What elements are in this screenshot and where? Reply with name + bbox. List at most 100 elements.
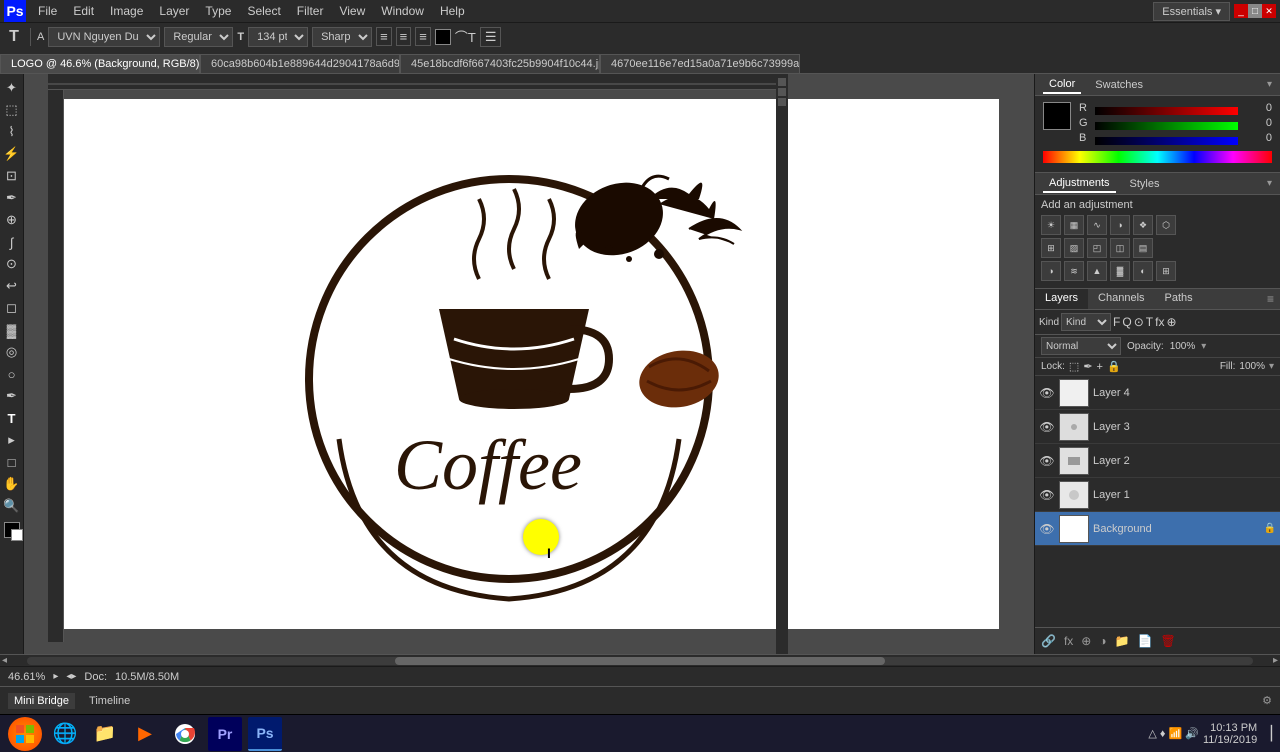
tray-icons[interactable]: △ ♦ 📶 🔊 — [1148, 727, 1199, 740]
lock-all-icon[interactable]: + — [1097, 361, 1103, 373]
minimize-btn[interactable]: _ — [1234, 4, 1248, 18]
show-desktop-btn[interactable]: ▕ — [1261, 725, 1272, 742]
align-left-icon[interactable]: ≡ — [376, 27, 392, 46]
layers-panel-menu[interactable]: ≡ — [1261, 289, 1280, 309]
invert-icon[interactable]: ◑ — [1041, 261, 1061, 281]
kind-select[interactable]: Kind — [1061, 313, 1111, 331]
filter-icon-q[interactable]: Q — [1122, 315, 1131, 329]
file-explorer-icon[interactable]: 📁 — [88, 717, 122, 751]
add-mask-icon[interactable]: ⊕ — [1079, 632, 1093, 650]
gradient-map-icon[interactable]: ▓ — [1110, 261, 1130, 281]
side-tool-1[interactable] — [778, 78, 786, 86]
channel-mixer-icon[interactable]: ◫ — [1110, 238, 1130, 258]
layer-item-background[interactable]: 👁 Background 🔒 — [1035, 512, 1280, 546]
blur-tool[interactable]: ◎ — [2, 342, 22, 362]
visibility-background[interactable]: 👁 — [1039, 522, 1055, 536]
lasso-tool[interactable]: ⌇ — [2, 122, 22, 142]
bw-icon[interactable]: ▨ — [1064, 238, 1084, 258]
pen-tool[interactable]: ✒ — [2, 386, 22, 406]
visibility-layer1[interactable]: 👁 — [1039, 488, 1055, 502]
opacity-arrow[interactable]: ▾ — [1201, 341, 1206, 352]
fill-arrow[interactable]: ▾ — [1269, 361, 1274, 372]
bottom-panel-settings[interactable]: ⚙ — [1262, 694, 1272, 707]
clone-tool[interactable]: ⊙ — [2, 254, 22, 274]
layers-tab-paths[interactable]: Paths — [1155, 289, 1203, 309]
selective-color-icon[interactable]: ◐ — [1133, 261, 1153, 281]
zoom-tool[interactable]: 🔍 — [2, 496, 22, 516]
layer-fx-icon[interactable]: fx — [1062, 632, 1075, 650]
dodge-tool[interactable]: ○ — [2, 364, 22, 384]
tab-logo[interactable]: LOGO @ 46.6% (Background, RGB/8) ✕ — [0, 54, 200, 73]
filter-icon-t[interactable]: T — [1146, 315, 1153, 329]
menu-help[interactable]: Help — [432, 2, 473, 20]
align-right-icon[interactable]: ≡ — [415, 27, 431, 46]
g-slider[interactable] — [1095, 119, 1238, 127]
r-slider[interactable] — [1095, 104, 1238, 112]
premiere-icon[interactable]: Pr — [208, 717, 242, 751]
brush-tool[interactable]: ∫ — [2, 232, 22, 252]
color-lookup-icon[interactable]: ▤ — [1133, 238, 1153, 258]
side-tool-2[interactable] — [778, 88, 786, 96]
chrome-icon[interactable] — [168, 717, 202, 751]
zoom-options-icon[interactable]: ▸ — [53, 671, 58, 682]
posterize-icon[interactable]: ≋ — [1064, 261, 1084, 281]
color-panel-collapse[interactable]: ▾ — [1267, 79, 1272, 90]
exposure-icon[interactable]: ◑ — [1110, 215, 1130, 235]
grid-icon[interactable]: ⊞ — [1156, 261, 1176, 281]
photo-filter-icon[interactable]: ◰ — [1087, 238, 1107, 258]
menu-view[interactable]: View — [331, 2, 373, 20]
font-size-select[interactable]: 134 pt — [248, 27, 308, 47]
font-style-select[interactable]: Regular — [164, 27, 233, 47]
background-color[interactable] — [11, 529, 23, 541]
photoshop-taskbar-icon[interactable]: Ps — [248, 717, 282, 751]
gradient-tool[interactable]: ▓ — [2, 320, 22, 340]
visibility-layer3[interactable]: 👁 — [1039, 420, 1055, 434]
selection-indicator[interactable] — [523, 519, 559, 555]
eraser-tool[interactable]: ◻ — [2, 298, 22, 318]
lock-icon[interactable]: 🔒 — [1107, 360, 1121, 373]
move-tool[interactable]: ✦ — [2, 78, 22, 98]
brightness-contrast-icon[interactable]: ☀ — [1041, 215, 1061, 235]
hand-tool[interactable]: ✋ — [2, 474, 22, 494]
tab-img1[interactable]: 60ca98b604b1e889644d2904178a6d96.jpg ✕ — [200, 54, 400, 73]
filter-icon-mask[interactable]: ⊕ — [1166, 315, 1176, 329]
color-balance-icon[interactable]: ⊞ — [1041, 238, 1061, 258]
vibrance-icon[interactable]: ❖ — [1133, 215, 1153, 235]
type-tool-icon[interactable]: T — [4, 27, 24, 47]
new-adjustment-icon[interactable]: ◑ — [1097, 632, 1108, 650]
layers-tab-layers[interactable]: Layers — [1035, 289, 1088, 309]
warp-text-icon[interactable]: ⌒T — [455, 27, 476, 46]
menu-layer[interactable]: Layer — [151, 2, 197, 20]
adj-panel-collapse[interactable]: ▾ — [1267, 178, 1272, 189]
font-family-select[interactable]: UVN Nguyen Du — [48, 27, 160, 47]
ie-icon[interactable]: 🌐 — [48, 717, 82, 751]
text-color-swatch[interactable] — [435, 29, 451, 45]
scroll-right-btn[interactable]: ▸ — [1273, 655, 1278, 666]
side-tool-3[interactable] — [778, 98, 786, 106]
styles-tab[interactable]: Styles — [1124, 176, 1166, 192]
text-cursor[interactable]: I — [547, 545, 551, 561]
color-tab[interactable]: Color — [1043, 76, 1081, 94]
canvas[interactable]: Coffee — [59, 99, 999, 629]
tab-img3[interactable]: 4670ee116e7ed15a0a71e9b6c73999a6.jpg ✕ — [600, 54, 800, 73]
status-arrows[interactable]: ◂▸ — [66, 671, 76, 682]
tab-img2[interactable]: 45e18bcdf6f667403fc25b9904f10c44.jpg... … — [400, 54, 600, 73]
curves-icon[interactable]: ∿ — [1087, 215, 1107, 235]
levels-icon[interactable]: ▦ — [1064, 215, 1084, 235]
menu-select[interactable]: Select — [239, 2, 288, 20]
start-button[interactable] — [8, 717, 42, 751]
new-layer-icon[interactable]: 📄 — [1136, 632, 1155, 650]
workspace-selector[interactable]: Essentials ▾ — [1153, 2, 1230, 21]
menu-filter[interactable]: Filter — [289, 2, 332, 20]
foreground-color[interactable] — [4, 522, 20, 538]
align-center-icon[interactable]: ≡ — [396, 27, 412, 46]
character-panel-icon[interactable]: ☰ — [480, 27, 502, 47]
filter-icon-fx[interactable]: fx — [1155, 315, 1164, 329]
lock-position-icon[interactable]: ✒ — [1083, 360, 1092, 373]
layer-item-1[interactable]: 👁 Layer 1 — [1035, 478, 1280, 512]
clock[interactable]: 10:13 PM 11/19/2019 — [1203, 722, 1257, 746]
delete-layer-icon[interactable]: 🗑 — [1159, 632, 1178, 650]
heal-tool[interactable]: ⊕ — [2, 210, 22, 230]
link-layers-icon[interactable]: 🔗 — [1039, 632, 1058, 650]
restore-btn[interactable]: □ — [1248, 4, 1262, 18]
